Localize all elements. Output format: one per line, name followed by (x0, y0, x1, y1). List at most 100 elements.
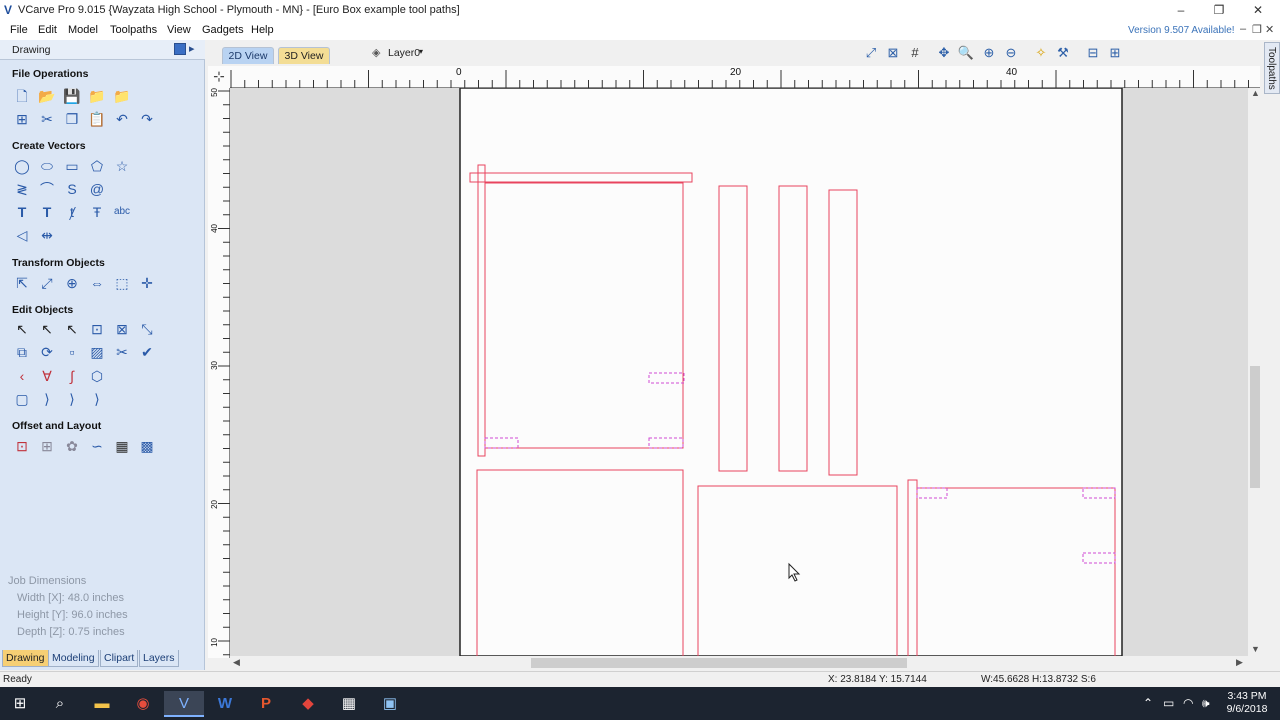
auto-layout-text-icon[interactable]: Ŧ (87, 202, 107, 222)
curve-fit-icon[interactable]: ∫ (62, 366, 82, 386)
array-copy-icon[interactable]: ⊞ (37, 436, 57, 456)
measure-tool-icon[interactable]: ⚒ (1053, 44, 1073, 62)
vector-drawing[interactable] (230, 88, 1248, 656)
horizontal-scrollbar[interactable]: ◀ ▶ (230, 656, 1248, 670)
scroll-left-icon[interactable]: ◀ (233, 657, 240, 668)
tab-icon[interactable]: ⟩ (87, 389, 107, 409)
windows-start-icon[interactable]: ⊞ (0, 691, 40, 717)
pan-icon[interactable]: ✥ (934, 44, 954, 62)
join-open-vectors-icon[interactable]: ‹ (12, 366, 32, 386)
text-on-curve-icon[interactable]: ⱦ (62, 202, 82, 222)
select-icon[interactable]: ↖ (12, 319, 32, 339)
scroll-up-icon[interactable]: ▲ (1251, 88, 1260, 98)
copy-along-vector-icon[interactable]: ∽ (87, 436, 107, 456)
zoom-in-icon[interactable]: ⊕ (979, 44, 999, 62)
scroll-right-icon[interactable]: ▶ (1236, 657, 1243, 668)
measure-icon[interactable]: ⇹ (37, 225, 57, 245)
circle-icon[interactable]: ◯ (12, 156, 32, 176)
undo-icon[interactable]: ↶ (112, 109, 132, 129)
vertical-scroll-thumb[interactable] (1250, 366, 1260, 488)
file-explorer-icon[interactable]: ▬ (82, 691, 122, 717)
zoom-extents-icon[interactable]: ⤢ (861, 44, 881, 62)
version-available-link[interactable]: Version 9.507 Available! (1128, 25, 1235, 36)
chrome-icon[interactable]: ◉ (123, 691, 163, 717)
menu-file[interactable]: File (10, 24, 28, 36)
copy-icon[interactable]: ❐ (62, 109, 82, 129)
doc-restore-icon[interactable]: ❐ (1252, 23, 1262, 36)
nesting-icon[interactable]: ▦ (112, 436, 132, 456)
dimension-icon[interactable]: ◁ (12, 225, 32, 245)
minimize-button[interactable]: – (1166, 2, 1196, 18)
fillet-icon[interactable]: ▨ (87, 342, 107, 362)
app-window-icon[interactable]: ▣ (370, 691, 410, 717)
vcarve-taskbar-icon[interactable]: V (164, 691, 204, 717)
intersect-icon[interactable]: ▫ (62, 342, 82, 362)
close-button[interactable]: ✕ (1243, 2, 1273, 18)
save-file-icon[interactable]: 💾 (62, 86, 82, 106)
battery-icon[interactable]: ▭ (1163, 696, 1174, 710)
paste-icon[interactable]: 📋 (87, 109, 107, 129)
closed-shape-icon[interactable]: ⬡ (87, 366, 107, 386)
offset-icon[interactable]: ⊡ (12, 436, 32, 456)
scroll-down-icon[interactable]: ▼ (1251, 644, 1260, 654)
wifi-icon[interactable]: ◠ (1183, 696, 1193, 710)
zoom-out-icon[interactable]: ⊖ (1001, 44, 1021, 62)
polyline-icon[interactable]: ≷ (12, 179, 32, 199)
auto-nest-icon[interactable]: ▩ (137, 436, 157, 456)
toolpaths-side-tab[interactable]: Toolpaths (1264, 42, 1280, 94)
chevron-down-icon[interactable]: ▾ (419, 47, 423, 56)
mortise-icon[interactable]: ⟩ (62, 389, 82, 409)
layout-grid-icon[interactable]: ⊞ (1105, 44, 1125, 62)
ruler-origin-icon[interactable]: ⊹ (208, 66, 230, 88)
trim-icon[interactable]: ✂ (112, 342, 132, 362)
menu-gadgets[interactable]: Gadgets (202, 24, 244, 36)
cut-icon[interactable]: ✂ (37, 109, 57, 129)
create-boundary-icon[interactable]: ▢ (12, 389, 32, 409)
rectangle-icon[interactable]: ▭ (62, 156, 82, 176)
redo-icon[interactable]: ↷ (137, 109, 157, 129)
grid-icon[interactable]: # (905, 44, 925, 62)
new-file-icon[interactable]: 🗋 (12, 86, 32, 106)
move-icon[interactable]: ⇱ (12, 273, 32, 293)
word-icon[interactable]: W (205, 691, 245, 717)
restore-button[interactable]: ❐ (1204, 2, 1234, 18)
search-icon[interactable]: ⌕ (40, 691, 80, 717)
spiral-icon[interactable]: @ (87, 179, 107, 199)
zoom-selected-icon[interactable]: ⊠ (883, 44, 903, 62)
weld-icon[interactable]: ⧉ (12, 342, 32, 362)
layout-split-icon[interactable]: ⊟ (1083, 44, 1103, 62)
doc-minimize-icon[interactable]: – (1240, 23, 1246, 35)
doc-close-icon[interactable]: ✕ (1265, 23, 1274, 36)
dogbone-icon[interactable]: ⟩ (37, 389, 57, 409)
menu-edit[interactable]: Edit (38, 24, 57, 36)
set-origin-icon[interactable]: ✛ (137, 273, 157, 293)
polygon-icon[interactable]: ⬠ (87, 156, 107, 176)
volume-icon[interactable]: 🕪 (1202, 696, 1210, 711)
text-box-icon[interactable]: T (37, 202, 57, 222)
ellipse-icon[interactable]: ⬭ (37, 156, 57, 176)
calculator-icon[interactable]: ▦ (329, 691, 369, 717)
menu-view[interactable]: View (167, 24, 191, 36)
menu-model[interactable]: Model (68, 24, 98, 36)
align-icon[interactable]: ⊕ (62, 273, 82, 293)
extend-icon[interactable]: ✔ (137, 342, 157, 362)
star-icon[interactable]: ☆ (112, 156, 132, 176)
sketchup-icon[interactable]: ◆ (288, 691, 328, 717)
import-vectors-icon[interactable]: 📁 (87, 86, 107, 106)
subtract-icon[interactable]: ⟳ (37, 342, 57, 362)
panel-collapse-icon[interactable]: ▸ (189, 42, 195, 55)
vertical-scrollbar[interactable]: ▲ ▼ (1248, 88, 1262, 656)
layer-dropdown[interactable]: Layer0 (388, 47, 420, 59)
tray-chevron-icon[interactable]: ⌃ (1143, 696, 1153, 710)
drawing-canvas[interactable] (230, 88, 1248, 656)
arc-text-icon[interactable]: abc (112, 202, 132, 222)
tab-3d-view[interactable]: 3D View (278, 47, 330, 64)
curve-icon[interactable]: ⌒ (37, 179, 57, 199)
smart-select-icon[interactable]: ⤡ (137, 319, 157, 339)
scale-icon[interactable]: ⤢ (37, 273, 57, 293)
close-vectors-icon[interactable]: ∀ (37, 366, 57, 386)
open-file-icon[interactable]: 📂 (37, 86, 57, 106)
tab-clipart[interactable]: Clipart (100, 650, 139, 667)
group-icon[interactable]: ⊡ (87, 319, 107, 339)
snap-icon[interactable]: ✧ (1031, 44, 1051, 62)
